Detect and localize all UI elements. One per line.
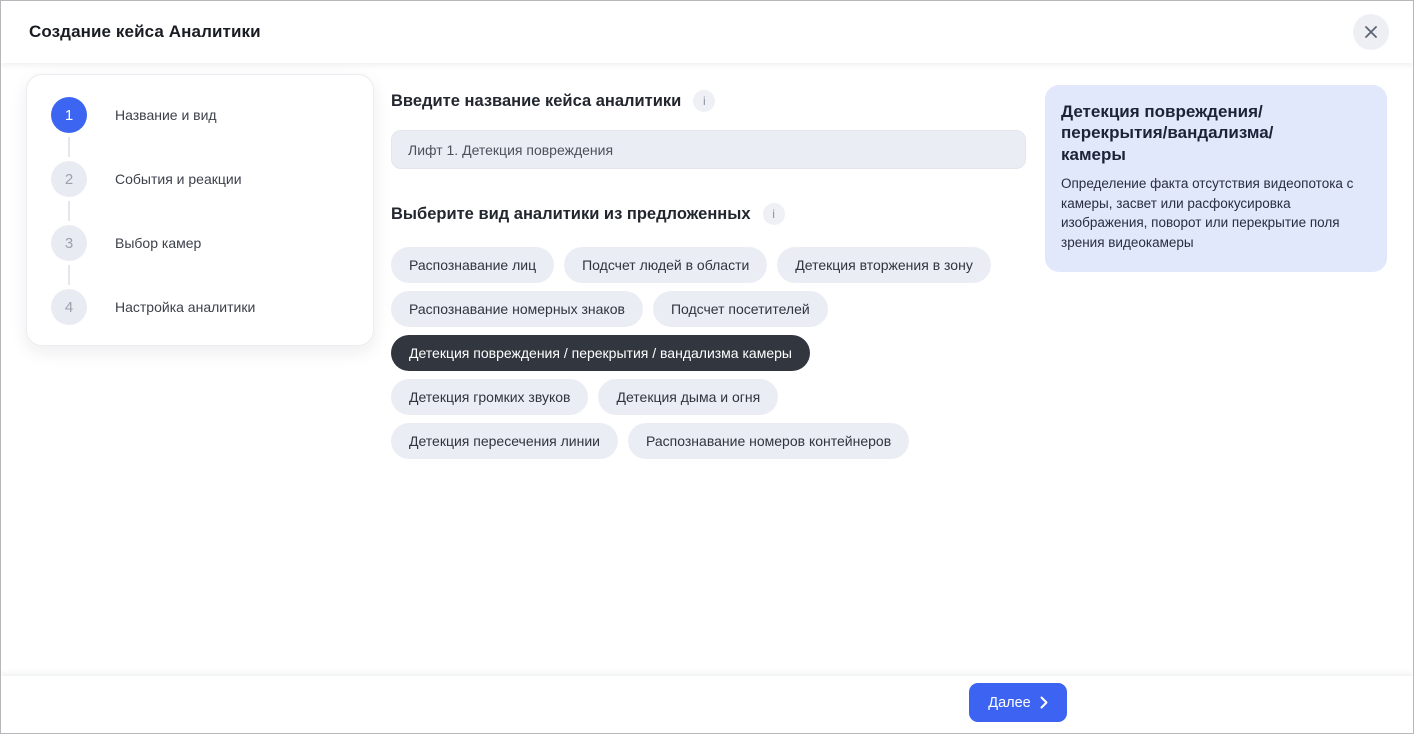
close-button[interactable] [1353,14,1389,50]
step-label: Настройка аналитики [115,299,255,315]
chip-row: Распознавание номерных знаков Подсчет пос… [391,291,1039,327]
chip-row: Распознавание лиц Подсчет людей в области… [391,247,1039,283]
close-icon [1364,25,1378,39]
modal-header: Создание кейса Аналитики [1,1,1413,63]
chip-row: Детекция повреждения / перекрытия / ванд… [391,335,1039,371]
analytics-type-chip[interactable]: Детекция громких звуков [391,379,588,415]
step-label: События и реакции [115,171,242,187]
stepper-step[interactable]: 3 Выбор камер [51,225,349,261]
step-number-badge: 1 [51,97,87,133]
next-button[interactable]: Далее [969,683,1067,722]
info-icon[interactable]: i [763,203,785,225]
step-number-badge: 4 [51,289,87,325]
stepper: 1 Название и вид 2 События и реакции 3 В… [26,74,374,346]
modal-title: Создание кейса Аналитики [29,22,261,42]
analytics-type-chip[interactable]: Детекция дыма и огня [598,379,778,415]
analytics-type-chip[interactable]: Распознавание номеров контейнеров [628,423,909,459]
analytics-type-chip[interactable]: Детекция повреждения / перекрытия / ванд… [391,335,810,371]
stepper-step[interactable]: 2 События и реакции [51,161,349,197]
analytics-type-chip[interactable]: Детекция пересечения линии [391,423,618,459]
info-panel-description: Определение факта отсутствия видеопотока… [1061,174,1369,252]
analytics-type-chip[interactable]: Подсчет людей в области [564,247,767,283]
analytics-type-chip-list: Распознавание лиц Подсчет людей в области… [391,247,1039,459]
analytics-type-chip[interactable]: Подсчет посетителей [653,291,828,327]
stepper-step[interactable]: 1 Название и вид [51,97,349,133]
info-panel-title: Детекция повреждения/ перекрытия/вандали… [1061,101,1369,165]
analytics-type-heading-row: Выберите вид аналитики из предложенных i [391,203,785,225]
create-analytics-case-modal: Создание кейса Аналитики 1 Название и ви… [0,0,1414,734]
analytics-type-heading: Выберите вид аналитики из предложенных [391,205,751,224]
next-button-label: Далее [988,695,1030,711]
info-icon[interactable]: i [693,90,715,112]
case-name-input[interactable] [391,130,1026,169]
step-number-badge: 3 [51,225,87,261]
selected-analytics-info-panel: Детекция повреждения/ перекрытия/вандали… [1045,85,1387,272]
step-number-badge: 2 [51,161,87,197]
case-name-heading: Введите название кейса аналитики [391,92,681,111]
case-name-heading-row: Введите название кейса аналитики i [391,90,715,112]
stepper-step[interactable]: 4 Настройка аналитики [51,289,349,325]
modal-footer: Далее [1,676,1413,733]
step-label: Выбор камер [115,235,201,251]
chip-row: Детекция громких звуков Детекция дыма и о… [391,379,1039,415]
step-label: Название и вид [115,107,217,123]
chevron-right-icon [1040,696,1048,709]
chip-row: Детекция пересечения линии Распознавание … [391,423,1039,459]
analytics-type-chip[interactable]: Распознавание номерных знаков [391,291,643,327]
analytics-type-chip[interactable]: Детекция вторжения в зону [777,247,991,283]
analytics-type-chip[interactable]: Распознавание лиц [391,247,554,283]
